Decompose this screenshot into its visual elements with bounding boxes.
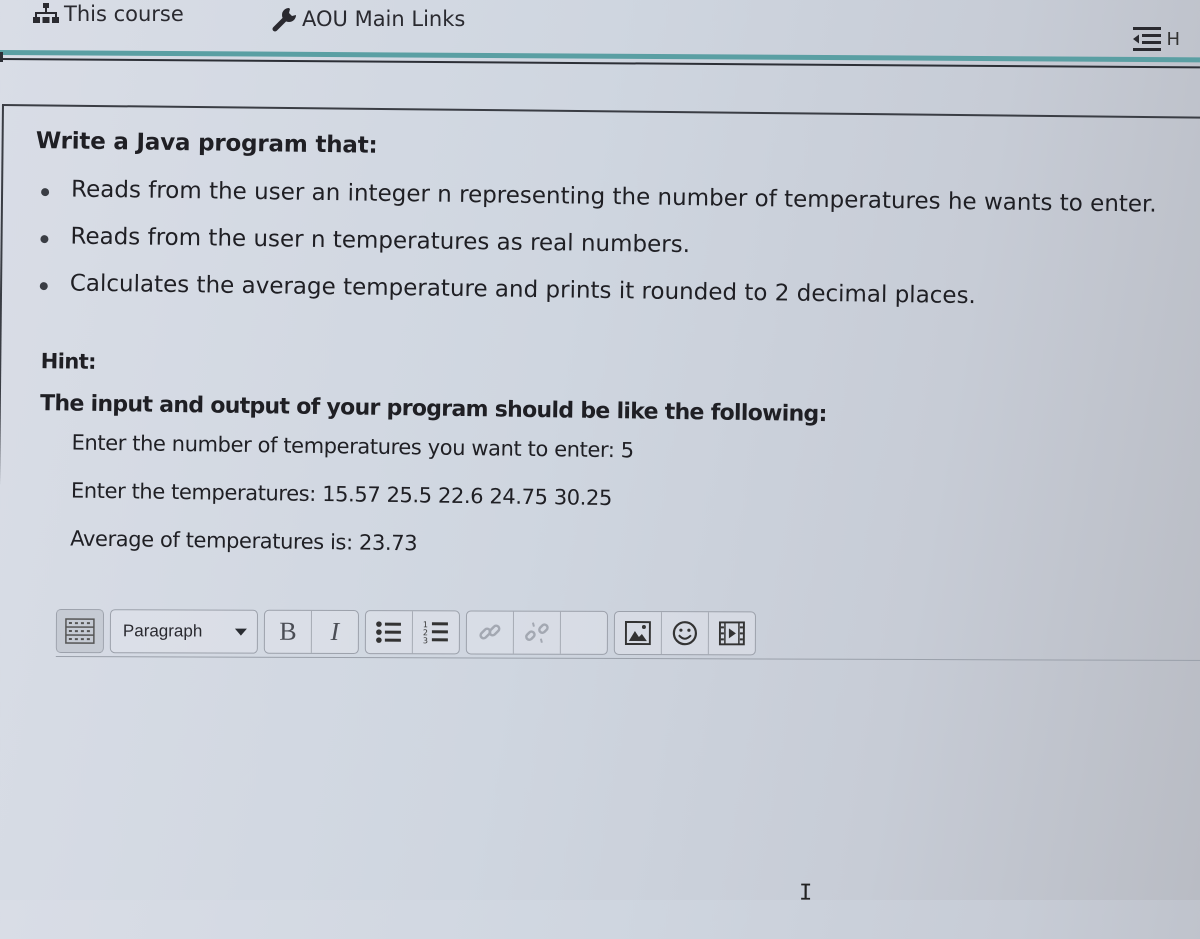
nav-this-course[interactable]: This course bbox=[32, 2, 184, 26]
link-icon bbox=[477, 619, 503, 645]
insert-media-button[interactable] bbox=[709, 612, 755, 654]
image-icon bbox=[625, 621, 651, 645]
toolbar-group-style: B I bbox=[264, 610, 359, 654]
insert-image-button[interactable] bbox=[615, 612, 662, 654]
toolbar-toggle-button[interactable] bbox=[57, 610, 103, 652]
indent-list-icon bbox=[1132, 26, 1162, 52]
bold-icon: B bbox=[279, 617, 296, 647]
bold-button[interactable]: B bbox=[265, 611, 312, 653]
italic-button[interactable]: I bbox=[312, 611, 358, 653]
numbered-list-button[interactable]: 1 2 3 bbox=[413, 611, 459, 653]
unlink-button[interactable] bbox=[514, 612, 561, 654]
requirements-list: Reads from the user an integer n represe… bbox=[33, 176, 1195, 333]
chevron-down-icon bbox=[235, 628, 247, 635]
hint-label: Hint: bbox=[41, 349, 1193, 389]
bullet-icon bbox=[40, 235, 48, 243]
paragraph-format-select[interactable]: Paragraph bbox=[111, 610, 257, 653]
text-cursor-icon: I bbox=[799, 881, 812, 906]
link-button[interactable] bbox=[467, 611, 514, 653]
unlink-icon bbox=[524, 620, 550, 646]
media-icon bbox=[719, 621, 745, 645]
bullet-icon bbox=[41, 188, 49, 196]
toolbar-group-lists: 1 2 3 bbox=[365, 610, 460, 654]
bullet-icon bbox=[40, 282, 48, 290]
insert-emoji-button[interactable] bbox=[662, 612, 709, 654]
top-navigation: This course AOU Main Links H bbox=[0, 0, 1200, 58]
wrench-icon bbox=[272, 6, 298, 32]
header-divider-edge bbox=[0, 52, 3, 62]
toolbar-group-links bbox=[466, 610, 608, 654]
toolbar-group-format: Paragraph bbox=[110, 609, 258, 654]
answer-editor: Paragraph B I 1 2 3 bbox=[55, 606, 1200, 930]
toolbar-toggle-icon bbox=[65, 618, 95, 644]
toolbar-group-media bbox=[614, 611, 756, 655]
requirement-text: Reads from the user an integer n represe… bbox=[71, 176, 1157, 217]
sample-io-line: Enter the number of temperatures you wan… bbox=[71, 431, 1191, 481]
editor-toolbar: Paragraph B I 1 2 3 bbox=[56, 606, 1200, 661]
nav-main-links-label: AOU Main Links bbox=[302, 7, 465, 31]
io-heading: The input and output of your program sho… bbox=[40, 391, 1192, 432]
question-text: Write a Java program that: Reads from th… bbox=[30, 128, 1196, 576]
nav-main-links[interactable]: AOU Main Links bbox=[272, 6, 465, 32]
drawer-toggle-button[interactable]: H bbox=[1132, 26, 1180, 52]
empty-toolbar-button[interactable] bbox=[561, 612, 607, 654]
sample-io-line: Enter the temperatures: 15.57 25.5 22.6 … bbox=[71, 479, 1191, 529]
bullet-list-button[interactable] bbox=[366, 611, 413, 653]
svg-text:3: 3 bbox=[423, 636, 428, 645]
bullet-list-icon bbox=[375, 620, 403, 644]
paragraph-format-value: Paragraph bbox=[123, 621, 202, 641]
italic-icon: I bbox=[331, 617, 340, 647]
toolbar-group-toggle bbox=[56, 609, 104, 653]
nav-this-course-label: This course bbox=[64, 2, 184, 26]
answer-text-area[interactable]: I bbox=[55, 658, 1200, 932]
drawer-toggle-label: H bbox=[1166, 29, 1180, 50]
emoji-icon bbox=[672, 620, 698, 646]
sitemap-icon bbox=[32, 2, 60, 26]
numbered-list-icon: 1 2 3 bbox=[422, 619, 450, 645]
